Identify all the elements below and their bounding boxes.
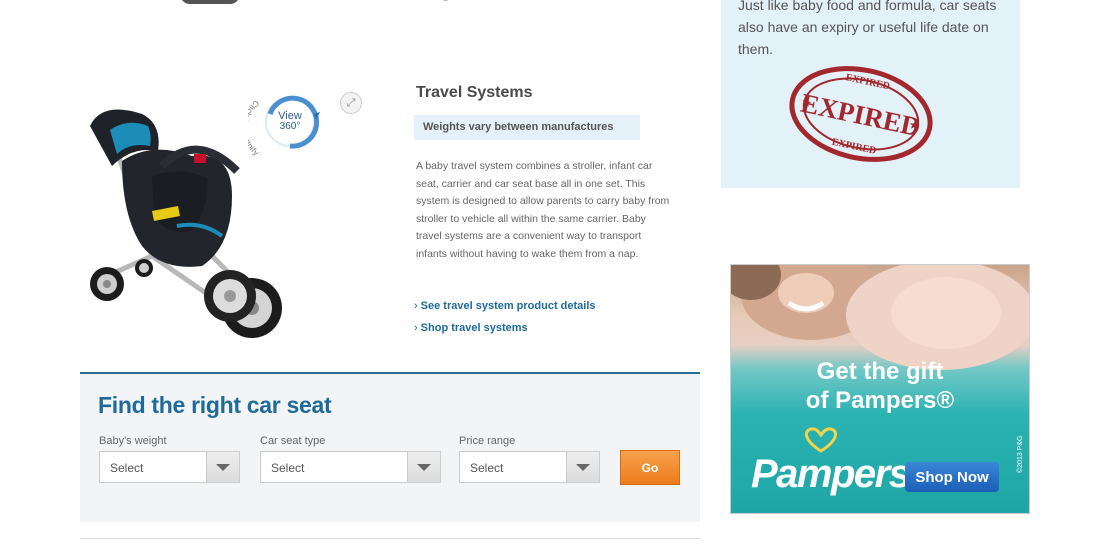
finder-title: Find the right car seat — [98, 392, 332, 418]
chevron-right-icon: › — [414, 322, 418, 334]
baby-weight-select[interactable]: Select — [99, 451, 240, 483]
product-details-link[interactable]: › See travel system product details — [414, 300, 596, 312]
magnify-button[interactable]: ⤢ — [340, 92, 362, 114]
previous-product-image-edge — [180, 0, 240, 4]
rotate-360-icon: View 360° Click to magnify — [240, 95, 320, 158]
expand-icon: ⤢ — [346, 96, 356, 109]
chevron-down-icon — [407, 452, 440, 482]
chevron-down-icon — [566, 452, 599, 482]
ad-headline-line2: of Pampers® — [805, 387, 955, 414]
expiry-info-text: Just like baby food and formula, car sea… — [738, 0, 997, 57]
pampers-advertisement[interactable]: Get the gift of Pampers® Pampers Shop No… — [730, 264, 1030, 514]
shop-now-button[interactable]: Shop Now — [905, 462, 999, 492]
price-range-select[interactable]: Select — [459, 451, 600, 483]
expired-stamp-icon: EXPIRED EXPIRED EXPIRED ★ ★ — [789, 66, 933, 162]
price-range-value: Select — [470, 461, 504, 475]
car-seat-type-value: Select — [271, 461, 305, 475]
view-360-button[interactable]: View 360° Click to magnify — [240, 88, 326, 162]
baby-weight-value: Select — [110, 461, 144, 475]
product-description: A baby travel system combines a stroller… — [416, 160, 670, 260]
product-title: Travel Systems — [416, 84, 533, 101]
view360-caption-text: Click to magnify — [240, 98, 260, 157]
car-seat-type-select[interactable]: Select — [260, 451, 441, 483]
weight-tag: Weights vary between manufactures — [414, 115, 640, 140]
pampers-logo: Pampers — [751, 452, 911, 496]
car-seat-type-label: Car seat type — [260, 435, 326, 447]
price-range-label: Price range — [459, 435, 516, 447]
chevron-down-icon — [206, 452, 239, 482]
go-button[interactable]: Go — [620, 450, 680, 485]
previous-product-mark — [443, 0, 448, 1]
ad-headline-line1: Get the gift — [816, 358, 944, 385]
pampers-heart-icon — [804, 427, 838, 453]
shop-travel-systems-link-label: Shop travel systems — [420, 322, 528, 334]
view360-line2: 360° — [280, 121, 301, 132]
shop-travel-systems-link[interactable]: › Shop travel systems — [414, 322, 528, 334]
section-divider — [80, 538, 700, 539]
ad-copyright: ©2013 P&G — [1017, 435, 1024, 473]
product-details-link-label: See travel system product details — [420, 300, 596, 312]
view360-caption: Click to magnify — [248, 98, 261, 157]
chevron-right-icon: › — [414, 300, 418, 312]
ad-headline: Get the gift of Pampers® — [731, 357, 1029, 415]
baby-weight-label: Baby's weight — [99, 435, 167, 447]
stamp-main: EXPIRED — [798, 88, 923, 143]
